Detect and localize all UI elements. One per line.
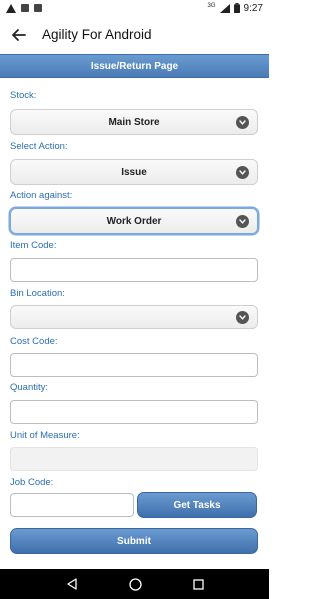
action-value: Issue — [121, 166, 147, 178]
unit-of-measure-field — [10, 447, 258, 471]
signal-label: 3G — [207, 2, 216, 9]
chevron-down-icon — [236, 311, 249, 324]
bin-location-label: Bin Location: — [10, 288, 65, 299]
home-circle-icon[interactable] — [128, 577, 142, 591]
page-header: Issue/Return Page — [0, 54, 269, 78]
chevron-down-icon — [236, 166, 249, 179]
stock-select[interactable]: Main Store — [10, 109, 258, 135]
nav-bar — [0, 569, 269, 599]
status-bar: 3G 9:27 — [0, 0, 269, 16]
stock-value: Main Store — [108, 116, 160, 128]
stock-label: Stock: — [10, 90, 37, 101]
job-code-input[interactable] — [10, 493, 134, 517]
job-code-label: Job Code: — [10, 477, 54, 488]
battery-icon — [233, 3, 240, 13]
bin-location-select[interactable] — [10, 305, 258, 329]
warning-icon — [6, 3, 16, 13]
unit-of-measure-label: Unit of Measure: — [10, 430, 80, 441]
quantity-input[interactable] — [10, 400, 258, 424]
app-title: Agility For Android — [42, 27, 152, 42]
clock: 9:27 — [243, 2, 263, 14]
cost-code-input[interactable] — [10, 353, 258, 377]
chevron-down-icon — [236, 116, 249, 129]
action-select[interactable]: Issue — [10, 159, 258, 185]
item-code-input[interactable] — [10, 258, 258, 282]
recents-square-icon[interactable] — [192, 578, 204, 590]
quantity-label: Quantity: — [10, 382, 49, 393]
app-bar: Agility For Android — [0, 16, 269, 53]
notification-icon — [21, 4, 29, 12]
chevron-down-icon — [236, 215, 249, 228]
signal-icon — [219, 3, 230, 13]
select-action-label: Select Action: — [10, 141, 68, 152]
back-triangle-icon[interactable] — [66, 578, 78, 590]
action-against-label: Action against: — [10, 190, 73, 201]
cost-code-label: Cost Code: — [10, 336, 58, 347]
action-against-select[interactable]: Work Order — [10, 208, 258, 234]
item-code-label: Item Code: — [10, 240, 57, 251]
arrow-back-icon[interactable] — [10, 26, 28, 44]
submit-button[interactable]: Submit — [10, 528, 258, 554]
get-tasks-button[interactable]: Get Tasks — [137, 492, 257, 518]
action-against-value: Work Order — [106, 215, 162, 227]
sd-card-icon — [34, 4, 42, 12]
form-container: Stock: Main Store Select Action: Issue A… — [0, 78, 269, 569]
